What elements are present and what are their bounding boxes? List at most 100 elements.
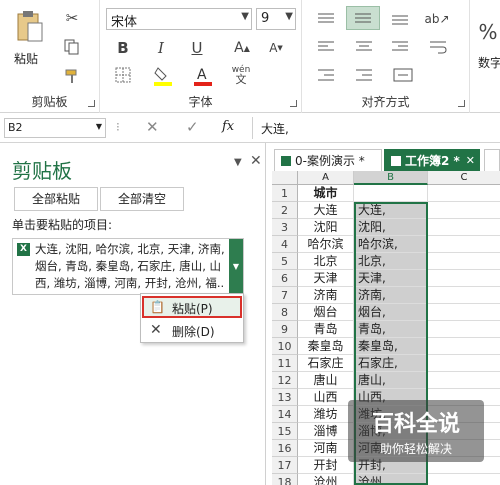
cell-a[interactable]: 大连	[298, 202, 354, 219]
increase-indent-icon[interactable]	[352, 64, 376, 86]
cell-b[interactable]: 沧州,	[354, 474, 428, 485]
pane-options-icon[interactable]: ▼	[234, 157, 242, 168]
cell-b[interactable]: 沈阳,	[354, 219, 428, 236]
cell-a[interactable]: 淄博	[298, 423, 354, 440]
cell-b[interactable]: 青岛,	[354, 321, 428, 338]
row-header[interactable]: 13	[272, 389, 298, 406]
enter-icon[interactable]: ✓	[186, 118, 199, 136]
cell-a[interactable]: 城市	[298, 185, 354, 202]
underline-button[interactable]: U	[188, 38, 206, 58]
row-header[interactable]: 11	[272, 355, 298, 372]
align-center-icon[interactable]	[352, 36, 376, 58]
cell-c[interactable]	[428, 219, 500, 236]
cell-b[interactable]: 秦皇岛,	[354, 338, 428, 355]
cell-a[interactable]: 开封	[298, 457, 354, 474]
cell-a[interactable]: 济南	[298, 287, 354, 304]
grow-font-icon[interactable]: A ▲	[232, 38, 252, 58]
cell-b[interactable]: 石家庄,	[354, 355, 428, 372]
cut-icon[interactable]: ✂	[62, 8, 82, 28]
column-header-c[interactable]: C	[428, 171, 500, 185]
column-header-a[interactable]: A	[298, 171, 354, 185]
row-header[interactable]: 5	[272, 253, 298, 270]
cell-a[interactable]: 秦皇岛	[298, 338, 354, 355]
cancel-icon[interactable]: ✕	[146, 118, 159, 136]
orientation-icon[interactable]: ab↗	[422, 8, 452, 30]
clear-all-button[interactable]: 全部清空	[100, 187, 184, 211]
row-header[interactable]: 4	[272, 236, 298, 253]
row-header[interactable]: 16	[272, 440, 298, 457]
cell-b[interactable]: 唐山,	[354, 372, 428, 389]
row-header[interactable]: 15	[272, 423, 298, 440]
cell-c[interactable]	[428, 474, 500, 485]
cell-b[interactable]: 天津,	[354, 270, 428, 287]
cell-b[interactable]: 大连,	[354, 202, 428, 219]
cell-b[interactable]: 哈尔滨,	[354, 236, 428, 253]
cell-a[interactable]: 哈尔滨	[298, 236, 354, 253]
row-header[interactable]: 12	[272, 372, 298, 389]
cell-c[interactable]	[428, 321, 500, 338]
cell-a[interactable]: 沈阳	[298, 219, 354, 236]
cell-a[interactable]: 青岛	[298, 321, 354, 338]
cell-a[interactable]: 天津	[298, 270, 354, 287]
paste-all-button[interactable]: 全部粘贴	[14, 187, 98, 211]
cell-c[interactable]	[428, 372, 500, 389]
cell-c[interactable]	[428, 270, 500, 287]
cell-c[interactable]	[428, 287, 500, 304]
tab-case-demo[interactable]: 0-案例演示 *	[274, 149, 382, 173]
alignment-launcher[interactable]	[458, 100, 465, 107]
close-icon[interactable]: ✕	[250, 153, 262, 169]
column-header-b[interactable]: B	[354, 171, 428, 185]
copy-icon[interactable]	[62, 37, 82, 57]
paste-icon[interactable]	[14, 8, 44, 44]
cell-c[interactable]	[428, 338, 500, 355]
cell-b[interactable]: 烟台,	[354, 304, 428, 321]
align-right-icon[interactable]	[388, 36, 412, 58]
border-icon[interactable]	[114, 66, 132, 84]
cell-c[interactable]	[428, 185, 500, 202]
row-header[interactable]: 18	[272, 474, 298, 485]
shrink-font-icon[interactable]: A ▼	[266, 38, 286, 58]
row-header[interactable]: 6	[272, 270, 298, 287]
select-all-corner[interactable]	[272, 171, 298, 185]
phonetic-icon[interactable]: wén 文	[230, 64, 252, 86]
tab-workbook2[interactable]: 工作簿2 * ✕	[384, 149, 480, 173]
row-header[interactable]: 2	[272, 202, 298, 219]
align-middle-icon[interactable]	[346, 6, 380, 30]
cell-a[interactable]: 烟台	[298, 304, 354, 321]
row-header[interactable]: 3	[272, 219, 298, 236]
cell-a[interactable]: 石家庄	[298, 355, 354, 372]
row-header[interactable]: 1	[272, 185, 298, 202]
bold-button[interactable]: B	[114, 38, 132, 58]
wrap-text-icon[interactable]	[426, 36, 450, 58]
font-color-icon[interactable]: A	[192, 64, 214, 88]
align-top-icon[interactable]	[314, 8, 338, 30]
name-box[interactable]: B2 ▼	[4, 118, 106, 138]
insert-function-icon[interactable]: fx	[222, 119, 234, 134]
percent-icon[interactable]: %	[476, 20, 500, 44]
cell-a[interactable]: 唐山	[298, 372, 354, 389]
cell-a[interactable]: 北京	[298, 253, 354, 270]
font-launcher[interactable]	[290, 100, 297, 107]
clipboard-item[interactable]: X 大连, 沈阳, 哈尔滨, 北京, 天津, 济南, 烟台, 青岛, 秦皇岛, …	[12, 238, 244, 295]
cell-b[interactable]	[354, 185, 428, 202]
row-header[interactable]: 14	[272, 406, 298, 423]
formula-input[interactable]: 大连,	[252, 117, 500, 139]
cell-a[interactable]: 沧州	[298, 474, 354, 485]
cell-c[interactable]	[428, 355, 500, 372]
cell-a[interactable]: 河南	[298, 440, 354, 457]
row-header[interactable]: 17	[272, 457, 298, 474]
context-delete-item[interactable]: ✕ 删除(D)	[142, 320, 242, 342]
cell-a[interactable]: 潍坊	[298, 406, 354, 423]
font-size-combo[interactable]: 9 ▼	[256, 8, 296, 30]
cell-c[interactable]	[428, 236, 500, 253]
italic-button[interactable]: I	[152, 38, 170, 58]
clipboard-launcher[interactable]	[88, 100, 95, 107]
row-header[interactable]: 8	[272, 304, 298, 321]
row-header[interactable]: 10	[272, 338, 298, 355]
align-left-icon[interactable]	[314, 36, 338, 58]
new-tab-button[interactable]	[484, 149, 500, 173]
cell-c[interactable]	[428, 304, 500, 321]
align-bottom-icon[interactable]	[388, 8, 412, 30]
cell-b[interactable]: 北京,	[354, 253, 428, 270]
cell-a[interactable]: 山西	[298, 389, 354, 406]
